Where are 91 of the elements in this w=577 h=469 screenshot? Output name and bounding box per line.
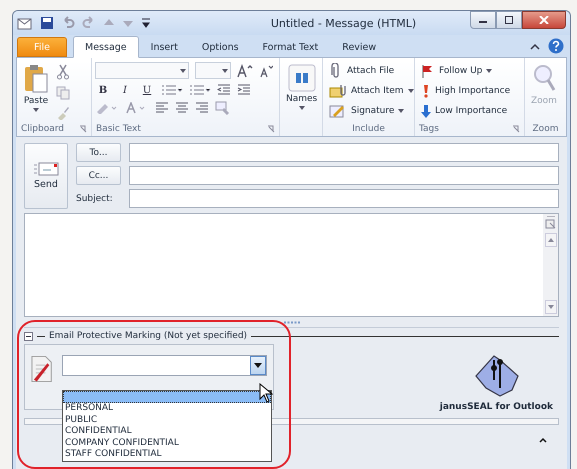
ribbon-tab[interactable]: Format Text	[250, 37, 330, 57]
caret-icon	[222, 68, 228, 72]
dropdown-option[interactable]: PERSONAL	[63, 403, 271, 414]
page-icon[interactable]	[544, 216, 556, 230]
cc-field[interactable]	[129, 166, 559, 185]
scroll-up-icon[interactable]	[544, 233, 556, 247]
include-button[interactable]: Attach File	[326, 61, 411, 80]
group-label: Clipboard	[21, 124, 64, 134]
tag-button[interactable]: Follow Up	[418, 61, 521, 80]
document-pen-icon	[31, 355, 52, 383]
align-center-icon[interactable]	[175, 102, 189, 114]
flag-icon	[421, 64, 435, 78]
caret-icon	[33, 108, 39, 112]
align-left-icon[interactable]	[155, 102, 169, 114]
decrease-indent-icon[interactable]	[217, 84, 231, 96]
dropdown-option[interactable]: COMPANY CONFIDENTIAL	[63, 438, 271, 449]
align-right-icon[interactable]	[195, 102, 209, 114]
copy-icon[interactable]	[56, 86, 70, 100]
bold-button[interactable]: B	[95, 83, 111, 97]
maximize-button[interactable]	[496, 11, 522, 29]
tag-button[interactable]: Low Importance	[418, 101, 521, 120]
bullet-list-icon[interactable]	[161, 84, 183, 96]
font-size-field[interactable]	[195, 62, 231, 79]
italic-button[interactable]: I	[117, 83, 133, 97]
highlight-icon[interactable]	[95, 102, 119, 114]
caret-icon	[298, 106, 305, 110]
clipboard-icon	[23, 64, 49, 94]
maximize-icon	[504, 16, 514, 24]
collapse-icon[interactable]	[24, 332, 33, 340]
collapse-ribbon-icon[interactable]	[530, 42, 540, 50]
numbered-list-icon[interactable]	[189, 84, 211, 96]
close-icon	[539, 16, 549, 24]
splitter-grip-icon[interactable]	[282, 320, 300, 324]
ribbon-tab[interactable]: Insert	[138, 37, 190, 57]
brand-label: janusSEAL for Outlook	[440, 402, 553, 412]
minimize-button[interactable]	[470, 11, 496, 29]
expand-icon[interactable]	[539, 437, 547, 443]
save-icon[interactable]	[40, 16, 54, 30]
group-label: Tags	[419, 124, 439, 134]
increase-indent-icon[interactable]	[237, 84, 251, 96]
group-label: Include	[352, 124, 385, 134]
dialog-launcher-icon[interactable]	[512, 125, 520, 133]
envelope-icon	[33, 162, 59, 176]
cc-button[interactable]: Cc...	[76, 166, 121, 185]
blank-option[interactable]	[63, 391, 271, 403]
envelope-icon[interactable]	[17, 16, 33, 30]
ribbon-tab[interactable]: Options	[190, 37, 251, 57]
paste-button[interactable]: Paste	[20, 62, 52, 122]
customize-menu-icon[interactable]	[141, 17, 151, 29]
exclamation-icon	[421, 84, 431, 98]
send-button[interactable]: Send	[24, 143, 68, 209]
address-book-icon	[288, 64, 316, 92]
help-icon[interactable]	[548, 38, 564, 54]
subject-label: Subject:	[76, 194, 114, 204]
subject-field[interactable]	[129, 189, 559, 208]
underline-button[interactable]: U	[139, 83, 155, 97]
group-label: Zoom	[532, 124, 558, 134]
ribbon-tab[interactable]: Message	[73, 36, 139, 58]
caret-icon	[398, 108, 404, 112]
caret-icon	[180, 68, 186, 72]
scroll-down-icon[interactable]	[544, 300, 556, 314]
dropdown-option[interactable]: STAFF CONFIDENTIAL	[63, 449, 271, 460]
caret-icon	[486, 68, 492, 72]
include-button[interactable]: Signature	[326, 101, 411, 120]
window-title: Untitled - Message (HTML)	[270, 16, 418, 30]
grow-font-icon[interactable]	[237, 64, 253, 78]
down-arrow-icon	[421, 104, 431, 118]
dropdown-arrow-icon[interactable]	[254, 363, 262, 368]
ribbon-tab[interactable]: Review	[330, 37, 388, 57]
message-body-field[interactable]	[24, 213, 559, 317]
to-field[interactable]	[129, 143, 559, 162]
shrink-font-icon[interactable]	[259, 64, 273, 78]
envelope-clip-icon	[329, 82, 347, 98]
dialog-launcher-icon[interactable]	[267, 125, 275, 133]
names-button[interactable]: Names	[283, 62, 320, 136]
close-button[interactable]	[522, 11, 566, 29]
cut-icon[interactable]	[56, 64, 70, 80]
scrollbar[interactable]	[543, 214, 558, 316]
signature-icon	[329, 102, 347, 118]
dropdown-option[interactable]: CONFIDENTIAL	[63, 426, 271, 438]
dropdown-option[interactable]: PUBLIC	[63, 414, 271, 426]
section-title: Email Protective Marking (Not yet specified)	[49, 331, 248, 341]
caret-icon	[408, 88, 414, 92]
styles-icon[interactable]	[215, 101, 231, 115]
group-label: Basic Text	[96, 124, 141, 134]
font-name-field[interactable]	[95, 62, 189, 79]
dialog-launcher-icon[interactable]	[79, 125, 87, 133]
include-button[interactable]: Attach Item	[326, 81, 411, 100]
to-button[interactable]: To...	[76, 143, 121, 162]
tag-button[interactable]: High Importance	[418, 81, 521, 100]
brush-icon[interactable]	[56, 106, 70, 120]
